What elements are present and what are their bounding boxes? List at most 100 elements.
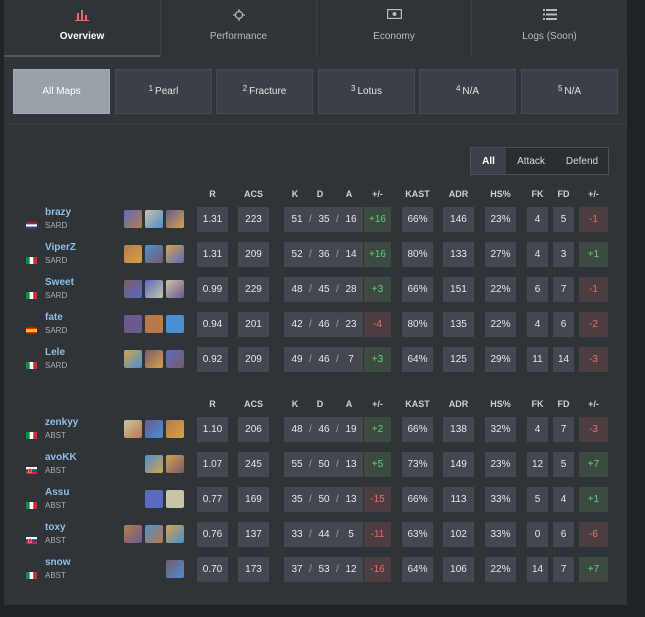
- stat-fd: 5: [553, 207, 574, 232]
- kda-separator: /: [309, 284, 312, 295]
- agent-icon: [145, 490, 163, 508]
- agent-icon: [145, 245, 163, 263]
- column-header-kast[interactable]: KAST: [402, 399, 433, 409]
- stat-kast: 64%: [402, 557, 433, 582]
- tab-logs-label: Logs (Soon): [522, 31, 577, 42]
- stat-fpm: -2: [579, 312, 608, 337]
- stat-acs: 229: [238, 277, 269, 302]
- map-button-fracture[interactable]: 2 Fracture: [216, 69, 313, 114]
- player-name-link[interactable]: avoKK: [45, 452, 77, 463]
- column-header-d[interactable]: D: [309, 399, 331, 409]
- column-header-acs[interactable]: ACS: [238, 399, 269, 409]
- column-header-kast[interactable]: KAST: [402, 189, 433, 199]
- map-button-all[interactable]: All Maps: [13, 69, 110, 114]
- player-name-link[interactable]: brazy: [45, 207, 71, 218]
- stat-hs: 23%: [485, 452, 516, 477]
- column-header-adr[interactable]: ADR: [443, 189, 474, 199]
- column-header-acs[interactable]: ACS: [238, 189, 269, 199]
- map-number: 4: [455, 84, 461, 93]
- stat-fk: 4: [527, 242, 548, 267]
- filter-all-button[interactable]: All: [471, 148, 506, 174]
- player-row: fate SARD 0.94 201 -4 80% 135 22% 4 6 -2 42/46/23: [4, 309, 627, 343]
- stat-pm: +2: [364, 417, 391, 442]
- column-header-d[interactable]: D: [309, 189, 331, 199]
- slovakia-flag-icon: [26, 531, 37, 544]
- column-header-hs[interactable]: HS%: [485, 399, 516, 409]
- player-name-link[interactable]: snow: [45, 557, 71, 568]
- column-header-adr[interactable]: ADR: [443, 399, 474, 409]
- column-header-a[interactable]: A: [338, 189, 360, 199]
- stat-r: 0.70: [197, 557, 228, 582]
- stat-kda: 49 / 46 / 7: [284, 347, 363, 372]
- map-button-4[interactable]: 4 N/A: [419, 69, 516, 114]
- stat-pm: -4: [364, 312, 391, 337]
- player-team-tag: SARD: [45, 326, 68, 335]
- stat-fk: 4: [527, 312, 548, 337]
- stat-hs: 22%: [485, 557, 516, 582]
- agent-icon: [124, 420, 142, 438]
- player-name-link[interactable]: fate: [45, 312, 63, 323]
- kda-separator: /: [336, 354, 339, 365]
- column-header-pm[interactable]: +/-: [364, 399, 391, 409]
- column-header-fpm[interactable]: +/-: [579, 399, 608, 409]
- player-name-link[interactable]: toxy: [45, 522, 66, 533]
- stat-kda: 52 / 36 / 14: [284, 242, 363, 267]
- column-header-hs[interactable]: HS%: [485, 189, 516, 199]
- stat-adr: 102: [443, 522, 474, 547]
- stat-adr: 138: [443, 417, 474, 442]
- stat-d: 36: [318, 249, 330, 260]
- column-header-r[interactable]: R: [197, 399, 228, 409]
- player-name-link[interactable]: zenkyy: [45, 417, 78, 428]
- tab-economy[interactable]: Economy: [317, 0, 471, 57]
- kda-separator: /: [336, 494, 339, 505]
- side-filter: All Attack Defend: [470, 147, 609, 175]
- tab-logs[interactable]: Logs (Soon): [472, 0, 627, 57]
- column-header-a[interactable]: A: [338, 399, 360, 409]
- player-row: Assu ABST 0.77 169 -15 66% 113 33% 5 4 +1 35 / 50 / 13: [4, 484, 627, 518]
- player-name-link[interactable]: Assu: [45, 487, 69, 498]
- tab-performance-label: Performance: [209, 31, 268, 42]
- stat-fk: 6: [527, 277, 548, 302]
- stat-fk: 5: [527, 487, 548, 512]
- column-header-fk[interactable]: FK: [527, 399, 548, 409]
- stat-fd: 6: [553, 522, 574, 547]
- column-header-k[interactable]: K: [284, 399, 306, 409]
- column-header-fd[interactable]: FD: [553, 399, 574, 409]
- spain-flag-icon: [26, 321, 37, 334]
- column-header-k[interactable]: K: [284, 189, 306, 199]
- column-header-fpm[interactable]: +/-: [579, 189, 608, 199]
- stat-fd: 7: [553, 557, 574, 582]
- player-name-link[interactable]: ViperZ: [45, 242, 76, 253]
- stat-pm: +16: [364, 207, 391, 232]
- column-header-pm[interactable]: +/-: [364, 189, 391, 199]
- player-name-link[interactable]: Lele: [45, 347, 65, 358]
- tab-performance[interactable]: Performance: [161, 0, 316, 57]
- stat-kast: 64%: [402, 347, 433, 372]
- stat-kast: 66%: [402, 487, 433, 512]
- kda-separator: /: [336, 424, 339, 435]
- stat-d: 50: [318, 494, 330, 505]
- agent-icon: [166, 560, 184, 578]
- stat-adr: 113: [443, 487, 474, 512]
- column-header-fk[interactable]: FK: [527, 189, 548, 199]
- column-header-r[interactable]: R: [197, 189, 228, 199]
- stat-fd: 14: [553, 347, 574, 372]
- stat-kda: 37 / 53 / 12: [284, 557, 363, 582]
- map-button-5[interactable]: 5 N/A: [521, 69, 618, 114]
- agent-icon: [145, 455, 163, 473]
- tab-overview[interactable]: Overview: [4, 0, 160, 57]
- kda-separator: /: [336, 564, 339, 575]
- player-team-tag: ABST: [45, 431, 66, 440]
- stat-fd: 7: [553, 417, 574, 442]
- player-name-link[interactable]: Sweet: [45, 277, 74, 288]
- filter-defend-button[interactable]: Defend: [556, 148, 608, 174]
- stat-fpm: +1: [579, 242, 608, 267]
- column-header-fd[interactable]: FD: [553, 189, 574, 199]
- stat-acs: 209: [238, 347, 269, 372]
- agent-icon: [166, 420, 184, 438]
- map-button-lotus[interactable]: 3 Lotus: [318, 69, 415, 114]
- agent-icon: [166, 525, 184, 543]
- map-button-pearl[interactable]: 1 Pearl: [115, 69, 212, 114]
- filter-attack-button[interactable]: Attack: [506, 148, 556, 174]
- map-number: 1: [148, 84, 154, 93]
